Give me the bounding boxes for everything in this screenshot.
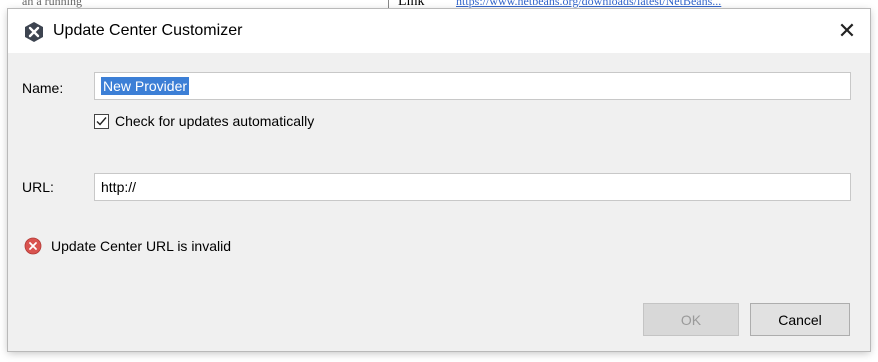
error-text: Update Center URL is invalid: [51, 238, 232, 254]
background-text: an a running: [22, 0, 82, 8]
name-label: Name:: [22, 80, 64, 96]
url-field[interactable]: http://: [94, 173, 851, 201]
cancel-button[interactable]: Cancel: [750, 303, 850, 336]
dialog-title: Update Center Customizer: [53, 22, 243, 39]
name-field[interactable]: New Provider: [94, 72, 851, 100]
auto-update-checkbox-row[interactable]: Check for updates automatically: [94, 113, 314, 129]
url-label: URL:: [22, 179, 54, 195]
auto-update-checkbox[interactable]: [94, 113, 109, 129]
ok-button[interactable]: OK: [643, 303, 739, 336]
auto-update-label: Check for updates automatically: [115, 113, 315, 129]
title-bar: Update Center Customizer ✕: [8, 9, 870, 53]
url-field-value: http://: [101, 179, 137, 195]
name-field-value: New Provider: [101, 77, 190, 95]
close-icon: ✕: [837, 18, 857, 43]
close-button[interactable]: ✕: [824, 9, 870, 53]
checkmark-icon: [96, 116, 107, 126]
validation-message: Update Center URL is invalid: [24, 237, 231, 255]
update-center-dialog: Update Center Customizer ✕ Name: New Pro…: [8, 9, 870, 351]
netbeans-icon: [23, 21, 45, 43]
background-link: https://www.netbeans.org/downloads/lates…: [456, 0, 722, 8]
error-icon: [24, 237, 42, 255]
